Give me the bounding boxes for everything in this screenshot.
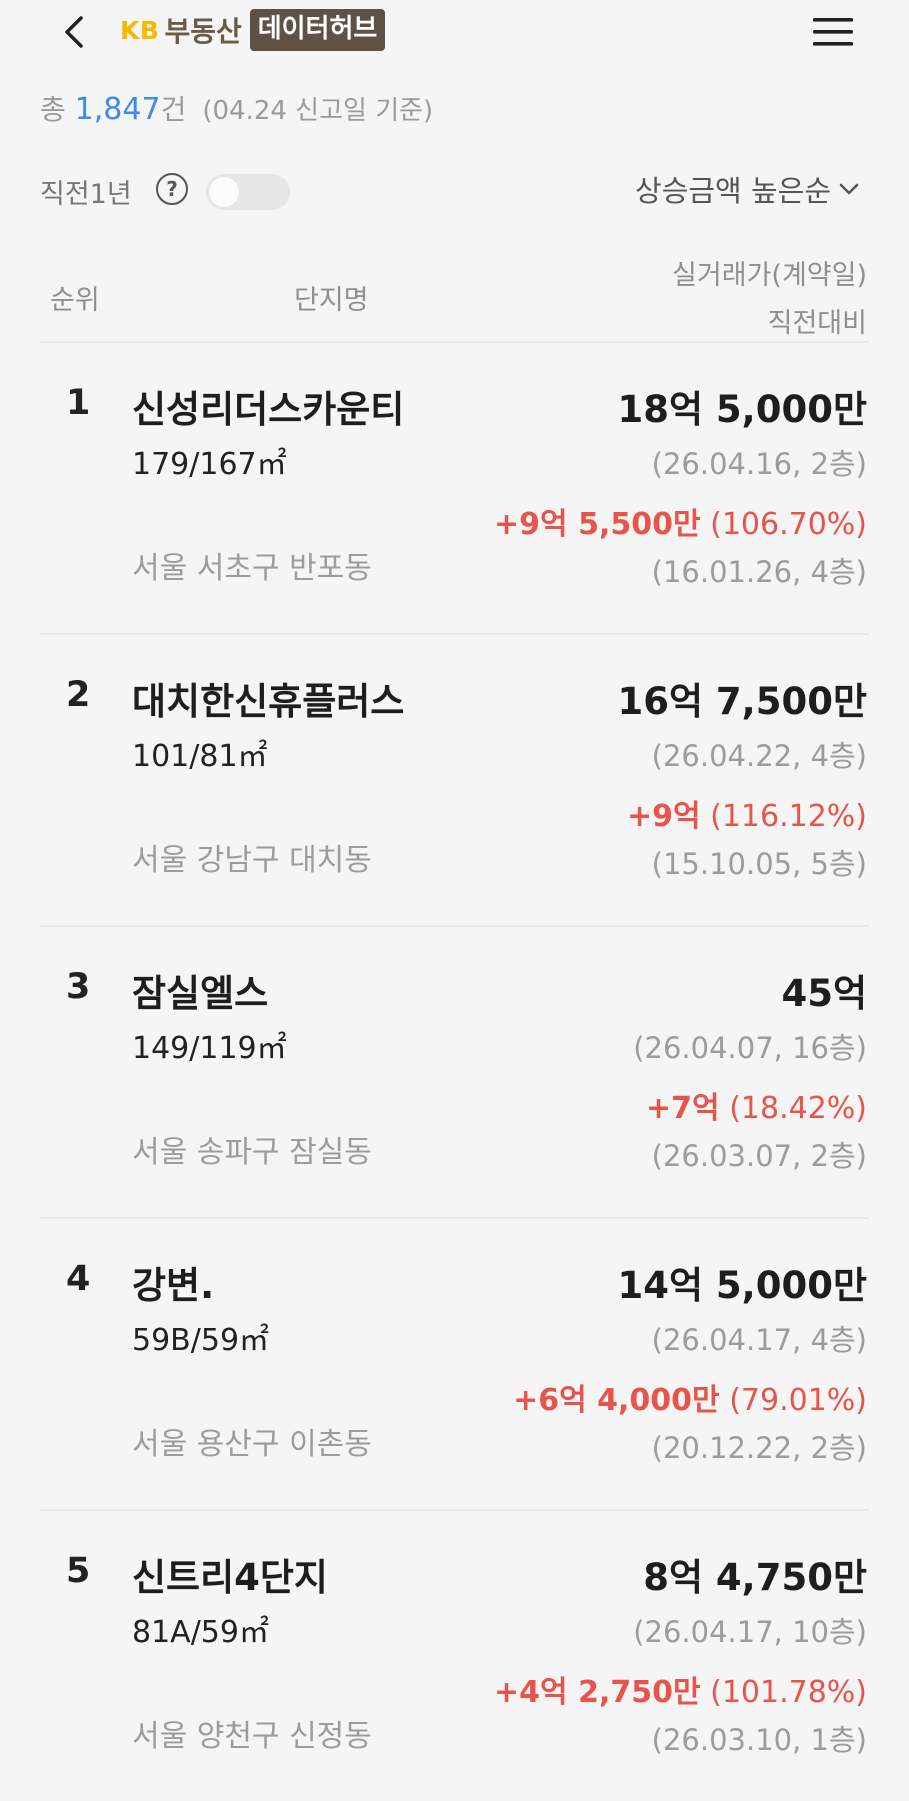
total-suffix: 건 [160, 93, 187, 126]
transaction-price: 14억 5,000만 [617, 1264, 868, 1307]
previous-deal-date: (26.03.10, 1층) [651, 1723, 867, 1757]
transaction-price: 8억 4,750만 [643, 1556, 867, 1599]
rank-number: 1 [66, 383, 91, 423]
price-change: +9억 (116.12%) [627, 791, 867, 835]
logo-name-text: 부동산 [164, 15, 242, 48]
last-year-toggle[interactable] [206, 174, 290, 210]
list-item[interactable]: 3 잠실엘스 149/119㎡ 서울 송파구 잠실동 45억 (26.04.07… [0, 927, 909, 1217]
previous-deal-date: (26.03.07, 2층) [651, 1139, 867, 1173]
complex-name: 강변. [132, 1264, 215, 1307]
location: 서울 송파구 잠실동 [132, 1135, 372, 1170]
contract-date: (26.04.22, 4층) [651, 739, 867, 773]
total-count-summary: 총 1,847건 (04.24 신고일 기준) [40, 92, 434, 128]
previous-deal-date: (15.10.05, 5층) [651, 847, 867, 881]
chevron-down-icon [839, 183, 859, 195]
help-icon[interactable]: ? [156, 173, 188, 205]
sort-label: 상승금액 높은순 [635, 174, 831, 208]
rank-number: 4 [66, 1259, 91, 1299]
price-change: +7억 (18.42%) [646, 1083, 867, 1127]
total-count: 1,847 [74, 92, 161, 127]
location: 서울 양천구 신정동 [132, 1719, 372, 1754]
column-header-name: 단지명 [294, 285, 369, 316]
change-amount: +6억 4,000만 [513, 1383, 720, 1418]
back-button[interactable] [52, 10, 96, 54]
complex-name: 신성리더스카운티 [132, 388, 405, 431]
sort-dropdown[interactable]: 상승금액 높은순 [635, 168, 859, 210]
location: 서울 용산구 이촌동 [132, 1427, 372, 1462]
total-prefix: 총 [40, 93, 75, 126]
contract-date: (26.04.07, 16층) [633, 1031, 867, 1065]
hamburger-menu-icon [813, 18, 853, 46]
previous-deal-date: (20.12.22, 2층) [651, 1431, 867, 1465]
column-header-price: 실거래가(계약일) 직전대비 [672, 252, 867, 348]
contract-date: (26.04.17, 4층) [651, 1323, 867, 1357]
area-size: 179/167㎡ [132, 447, 287, 482]
list-item[interactable]: 5 신트리4단지 81A/59㎡ 서울 양천구 신정동 8억 4,750만 (2… [0, 1511, 909, 1801]
change-percent: (116.12%) [700, 799, 867, 834]
area-size: 81A/59㎡ [132, 1615, 269, 1650]
list-item[interactable]: 1 신성리더스카운티 179/167㎡ 서울 서초구 반포동 18억 5,000… [0, 343, 909, 633]
logo-badge: 데이터허브 [249, 9, 386, 51]
complex-name: 잠실엘스 [132, 972, 269, 1015]
change-percent: (79.01%) [719, 1383, 867, 1418]
previous-deal-date: (16.01.26, 4층) [651, 555, 867, 589]
area-size: 59B/59㎡ [132, 1323, 270, 1358]
contract-date: (26.04.17, 10층) [633, 1615, 867, 1649]
price-change: +6억 4,000만 (79.01%) [513, 1375, 867, 1419]
change-percent: (18.42%) [719, 1091, 867, 1126]
app-logo[interactable]: KB 부동산 데이터허브 [120, 9, 386, 51]
change-amount: +9억 5,500만 [494, 507, 701, 542]
price-change: +4억 2,750만 (101.78%) [494, 1667, 867, 1711]
price-change: +9억 5,500만 (106.70%) [494, 499, 867, 543]
column-header-price-line1: 실거래가(계약일) [672, 260, 867, 291]
change-percent: (101.78%) [700, 1675, 867, 1710]
transaction-price: 18억 5,000만 [617, 388, 868, 431]
chevron-left-icon [65, 16, 83, 48]
menu-button[interactable] [806, 12, 860, 52]
logo-kb-text: KB [120, 15, 160, 45]
rank-number: 5 [66, 1551, 91, 1591]
transaction-price: 16억 7,500만 [617, 680, 868, 723]
list-item[interactable]: 4 강변. 59B/59㎡ 서울 용산구 이촌동 14억 5,000만 (26.… [0, 1219, 909, 1509]
complex-name: 신트리4단지 [132, 1556, 328, 1599]
rank-number: 3 [66, 967, 91, 1007]
toggle-knob [209, 177, 239, 207]
change-amount: +4억 2,750만 [494, 1675, 701, 1710]
area-size: 149/119㎡ [132, 1031, 287, 1066]
change-percent: (106.70%) [700, 507, 867, 542]
area-size: 101/81㎡ [132, 739, 268, 774]
complex-name: 대치한신휴플러스 [132, 680, 405, 723]
change-amount: +7억 [646, 1091, 720, 1126]
location: 서울 서초구 반포동 [132, 551, 372, 586]
contract-date: (26.04.16, 2층) [651, 447, 867, 481]
report-basis-date: (04.24 신고일 기준) [202, 96, 434, 126]
last-year-toggle-label: 직전1년 [40, 179, 132, 210]
app-header: KB 부동산 데이터허브 [0, 0, 909, 62]
list-item[interactable]: 2 대치한신휴플러스 101/81㎡ 서울 강남구 대치동 16억 7,500만… [0, 635, 909, 925]
rank-number: 2 [66, 675, 91, 715]
column-header-rank: 순위 [50, 285, 100, 316]
location: 서울 강남구 대치동 [132, 843, 372, 878]
transaction-price: 45억 [781, 972, 867, 1015]
change-amount: +9억 [626, 799, 701, 834]
